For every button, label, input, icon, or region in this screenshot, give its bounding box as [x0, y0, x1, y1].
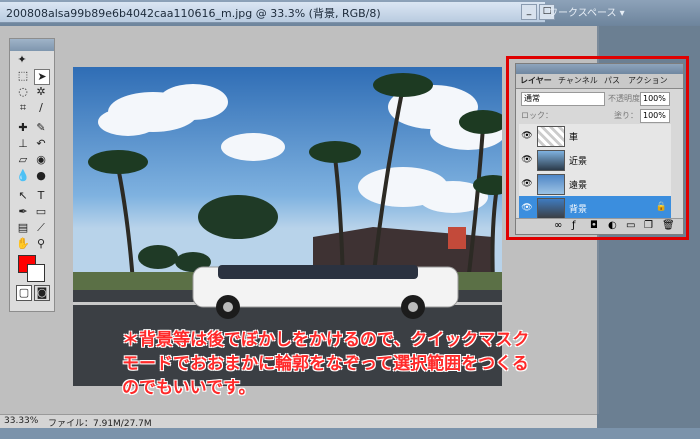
annotation-line: ＊背景等は後でぼかしをかけるので、クイックマスク — [122, 330, 530, 350]
pen-tool-icon[interactable]: ✒ — [16, 205, 30, 219]
background-color-swatch[interactable] — [27, 264, 45, 282]
notes-tool-icon[interactable]: ▤ — [16, 221, 30, 235]
move-tool-icon[interactable]: ➤ — [34, 69, 50, 85]
type-tool-icon[interactable]: T — [34, 189, 48, 203]
eraser-tool-icon[interactable]: ▱ — [16, 153, 30, 167]
taskbar-strip — [0, 428, 700, 439]
zoom-tool-icon[interactable]: ⚲ — [34, 237, 48, 251]
lasso-tool-icon[interactable]: ◌ — [16, 85, 30, 99]
fill-tool-icon[interactable]: ◉ — [34, 153, 48, 167]
magic-wand-tool-icon[interactable]: ✲ — [34, 85, 48, 99]
history-brush-tool-icon[interactable]: ↶ — [34, 137, 48, 151]
marquee-tool-icon[interactable]: ⬚ — [16, 69, 30, 83]
hand-tool-icon[interactable]: ✋ — [16, 237, 30, 251]
path-select-tool-icon[interactable]: ↖ — [16, 189, 30, 203]
minimize-button[interactable]: _ — [521, 4, 537, 20]
document-title: 200808alsa99b89e6b4042caa110616_m.jpg @ … — [6, 7, 381, 20]
slice-tool-icon[interactable]: ∕ — [34, 101, 48, 115]
crop-tool-icon[interactable]: ⌗ — [16, 101, 30, 115]
standard-mode-icon[interactable]: ▢ — [16, 285, 32, 301]
brush-tool-icon[interactable]: ✎ — [34, 121, 48, 135]
highlight-box — [506, 56, 689, 240]
annotation-text: ＊背景等は後でぼかしをかけるので、クイックマスク モードでおおまかに輪郭をなぞっ… — [122, 328, 682, 400]
clone-stamp-tool-icon[interactable]: ⊥ — [16, 137, 30, 151]
annotation-line: のでもいいです。 — [122, 378, 256, 398]
dodge-tool-icon[interactable]: ● — [34, 169, 48, 183]
blur-tool-icon[interactable]: 💧 — [16, 169, 30, 183]
healing-brush-tool-icon[interactable]: ✚ — [16, 121, 30, 135]
tools-palette-header[interactable] — [10, 39, 54, 51]
eyedropper-tool-icon[interactable]: ⟋ — [34, 221, 48, 235]
zoom-level[interactable]: 33.33% — [4, 416, 38, 426]
feather-logo-icon: ✦ — [17, 53, 27, 66]
tools-palette: ✦ ⬚ ➤ ◌ ✲ ⌗ ∕ ✚ ✎ ⊥ ↶ ▱ ◉ 💧 ● ↖ T ✒ ▭ ▤ … — [9, 38, 55, 312]
annotation-line: モードでおおまかに輪郭をなぞって選択範囲をつくる — [122, 354, 529, 374]
workspace-menu[interactable]: ワークスペース ▾ — [548, 4, 700, 20]
shape-tool-icon[interactable]: ▭ — [34, 205, 48, 219]
quick-mask-mode-icon[interactable]: ◙ — [34, 285, 50, 301]
document-title-bar[interactable]: 200808alsa99b89e6b4042caa110616_m.jpg @ … — [0, 2, 545, 23]
status-bar: 33.33% ファイル：7.91M/27.7M — [0, 414, 597, 429]
